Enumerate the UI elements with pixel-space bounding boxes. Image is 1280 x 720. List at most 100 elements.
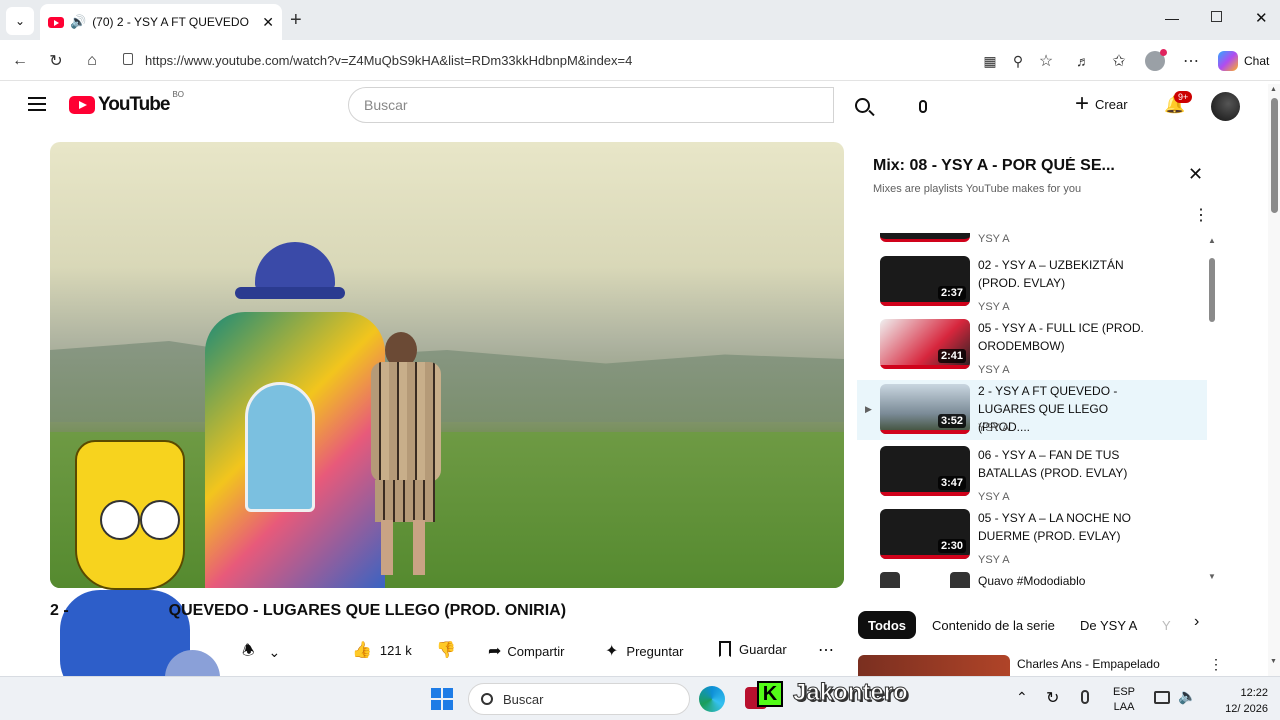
playlist-item-partial-bottom[interactable]: Quavo #Mododiablo: [857, 572, 1205, 588]
video-title-text: QUEVEDO - LUGARES QUE LLEGO (PROD. ONIRI…: [168, 602, 567, 619]
recommendation-title[interactable]: Charles Ans - Empapelado: [1017, 657, 1160, 671]
playlist-item-title: Quavo #Mododiablo: [978, 574, 1086, 588]
microphone-tray-icon[interactable]: [1081, 690, 1089, 704]
network-icon[interactable]: [1154, 691, 1170, 704]
playlist-scroll-up[interactable]: ▲: [1208, 236, 1216, 245]
close-window-button[interactable]: ✕: [1255, 9, 1268, 27]
chevron-down-icon: ⌄: [268, 643, 281, 660]
duration-badge: 2:30: [937, 539, 966, 553]
restore-button[interactable]: [1211, 11, 1222, 22]
search-button[interactable]: [834, 87, 890, 123]
time: 12:22: [1240, 687, 1268, 699]
speaker-icon[interactable]: 🔊: [70, 14, 86, 30]
like-count: 121 k: [379, 642, 412, 658]
copilot-chat-button[interactable]: Chat: [1218, 51, 1269, 71]
duration-badge: 2:41: [937, 349, 966, 363]
more-actions-button[interactable]: ⋯: [818, 640, 834, 660]
notifications-button[interactable]: 🔔 9+: [1164, 91, 1193, 115]
chevron-right-icon: ›: [1194, 613, 1200, 630]
chip-from-channel[interactable]: De YSY A: [1080, 611, 1137, 639]
browser-tab[interactable]: 🔊 (70) 2 - YSY A FT QUEVEDO - ✕: [40, 4, 282, 40]
volume-icon[interactable]: 🔈: [1178, 687, 1197, 705]
edge-app-icon[interactable]: [699, 686, 725, 712]
playlist-scrollbar-thumb[interactable]: [1209, 258, 1215, 322]
recommendation-menu-button[interactable]: ⋮: [1209, 656, 1223, 673]
playlist-thumbnail: 2:37: [880, 256, 970, 306]
browser-tab-bar: ⌄ 🔊 (70) 2 - YSY A FT QUEVEDO - ✕ + — ✕: [0, 0, 1280, 40]
search-icon: [481, 693, 493, 705]
search-input[interactable]: Buscar: [348, 87, 834, 123]
playlist-item-current[interactable]: ▶ 3:52 2 - YSY A FT QUEVEDO - LUGARES QU…: [857, 380, 1207, 440]
show-hidden-icons[interactable]: ⌃: [1016, 689, 1028, 706]
favorites-icon[interactable]: ✩: [1106, 48, 1132, 74]
profile-icon[interactable]: [1142, 48, 1168, 74]
playlist-item[interactable]: 2:30 05 - YSY A – LA NOCHE NO DUERME (PR…: [857, 509, 1205, 569]
page-scrollbar-thumb[interactable]: [1271, 98, 1278, 213]
tab-actions-button[interactable]: ⌄: [6, 7, 34, 35]
duration-badge: 2:37: [937, 286, 966, 300]
playlist-title: Mix: 08 - YSY A - POR QUÉ SE...: [873, 157, 1115, 174]
playlist-scroll-down[interactable]: ▼: [1208, 572, 1216, 581]
playlist-thumbnail: 2:30: [880, 509, 970, 559]
language-indicator[interactable]: ESP LAA: [1113, 685, 1135, 715]
media-control-icon[interactable]: ♬: [1070, 48, 1096, 74]
new-tab-button[interactable]: +: [290, 9, 302, 32]
create-button[interactable]: + Crear: [1075, 92, 1128, 116]
chip-series-content[interactable]: Contenido de la serie: [932, 611, 1055, 639]
youtube-logo[interactable]: YouTube BO: [69, 90, 184, 116]
home-button[interactable]: ⌂: [79, 48, 105, 74]
back-button[interactable]: ←: [7, 48, 33, 74]
bell-outline-icon: 🕭: [242, 642, 255, 658]
clock[interactable]: 12:22 12/ 2026: [1210, 685, 1268, 717]
zoom-icon[interactable]: ⚲: [1005, 48, 1031, 74]
streamer-overlay-text: Jakontero: [793, 679, 909, 707]
playlist-item[interactable]: 2:41 05 - YSY A - FULL ICE (PROD. ORODEM…: [857, 319, 1205, 379]
search-icon: [854, 97, 875, 116]
share-icon: ➦: [488, 643, 502, 660]
recommendation-thumbnail[interactable]: [858, 655, 1010, 676]
page-scroll-down[interactable]: ▼: [1270, 658, 1277, 665]
taskbar-search[interactable]: Buscar: [468, 683, 690, 715]
save-button[interactable]: Guardar: [719, 641, 787, 657]
microphone-icon: [919, 99, 927, 113]
dislike-button[interactable]: 👎: [436, 640, 456, 660]
youtube-header: YouTube BO Buscar + Crear 🔔 9+: [0, 82, 1268, 128]
playlist-item-title: 05 - YSY A – LA NOCHE NO DUERME (PROD. E…: [978, 511, 1131, 543]
like-button[interactable]: 👍 121 k: [352, 640, 412, 660]
minimize-button[interactable]: —: [1165, 10, 1179, 26]
close-tab-icon[interactable]: ✕: [262, 14, 274, 31]
chip-label: Y: [1162, 617, 1171, 633]
more-horizontal-icon: ⋯: [818, 642, 834, 659]
logo-text: YouTube: [98, 94, 170, 115]
playlist-item-channel: YSY A: [978, 554, 1010, 566]
ask-label: Preguntar: [626, 643, 684, 659]
favorite-star-icon[interactable]: ☆: [1033, 48, 1059, 74]
voice-search-button[interactable]: [912, 95, 934, 117]
refresh-button[interactable]: ↻: [43, 48, 69, 74]
playlist-item-channel: YSY A: [978, 422, 1010, 434]
start-button[interactable]: [431, 688, 453, 710]
chip-all[interactable]: Todos: [858, 611, 917, 639]
playlist-item[interactable]: 2:37 02 - YSY A – UZBEKIZTÁN (PROD. EVLA…: [857, 256, 1205, 316]
playlist-item[interactable]: 3:47 06 - YSY A – FAN DE TUS BATALLAS (P…: [857, 446, 1205, 506]
subscribe-notification-button[interactable]: 🕭 ⌄: [242, 640, 280, 664]
address-bar[interactable]: https://www.youtube.com/watch?v=Z4MuQbS9…: [113, 45, 1069, 75]
copilot-icon: [1218, 51, 1238, 71]
menu-icon[interactable]: [28, 97, 46, 111]
playlist-menu-button[interactable]: ⋮: [1193, 205, 1209, 225]
more-options-icon[interactable]: ⋯: [1178, 48, 1204, 74]
sync-icon[interactable]: ↻: [1046, 688, 1059, 708]
notification-badge: 9+: [1174, 91, 1193, 103]
share-button[interactable]: ➦ Compartir: [488, 641, 564, 661]
duration-badge: 3:47: [937, 476, 966, 490]
kick-app-icon[interactable]: K: [757, 681, 783, 707]
chips-next-button[interactable]: ›: [1194, 613, 1199, 631]
account-avatar[interactable]: [1211, 92, 1240, 121]
close-playlist-button[interactable]: ✕: [1188, 164, 1203, 185]
ask-button[interactable]: ✦ Preguntar: [605, 641, 684, 661]
playlist-item-partial[interactable]: [880, 233, 970, 242]
page-scroll-up[interactable]: ▲: [1270, 86, 1277, 93]
chip-partial[interactable]: Y: [1162, 611, 1171, 639]
app-available-icon[interactable]: ▦: [977, 48, 1003, 74]
partial-thumbnail: [880, 572, 900, 588]
